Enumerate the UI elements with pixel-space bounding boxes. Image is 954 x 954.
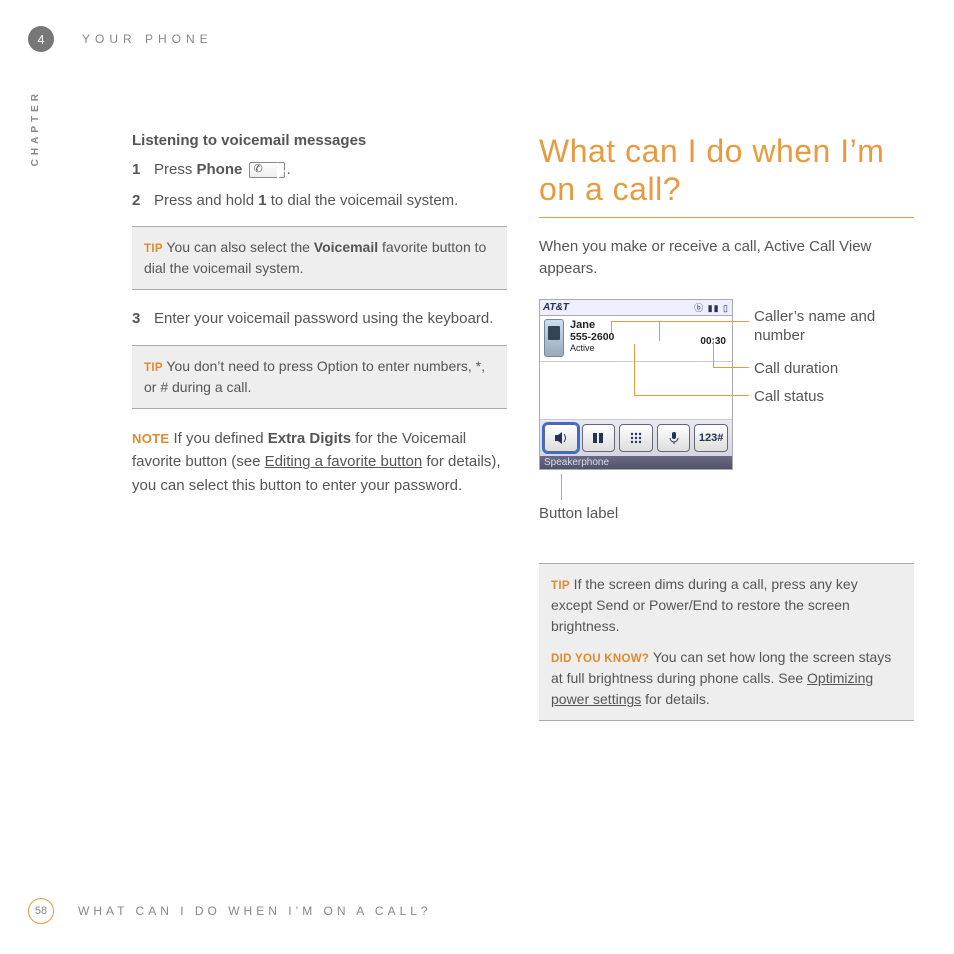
step-number: 2 xyxy=(132,190,154,213)
extra-digits-button[interactable]: 123# xyxy=(694,424,728,452)
dialpad-button[interactable] xyxy=(619,424,653,452)
step-number: 1 xyxy=(132,159,154,182)
tip-lead: TIP xyxy=(551,580,570,592)
step-text-end: to dial the voicemail system. xyxy=(267,192,459,209)
callout-caller: Caller’s name and number xyxy=(754,307,914,346)
heading-rule xyxy=(539,217,914,218)
page-footer: 58 WHAT CAN I DO WHEN I’M ON A CALL? xyxy=(28,898,432,924)
callout-line xyxy=(634,344,635,395)
link-editing-favorite[interactable]: Editing a favorite button xyxy=(265,453,423,470)
mute-button[interactable] xyxy=(657,424,691,452)
note-text: If you defined xyxy=(169,430,267,447)
microphone-icon xyxy=(668,431,680,445)
step-bold: 1 xyxy=(258,192,266,209)
device-blank-area xyxy=(540,362,732,420)
callout-line xyxy=(611,321,612,333)
dyk-text-end: for details. xyxy=(641,691,709,707)
tip-text: If the screen dims during a call, press … xyxy=(551,576,858,634)
tip-lead: TIP xyxy=(144,362,163,374)
tip-box-2: TIP You don’t need to press Option to en… xyxy=(132,345,507,409)
tip-text: You can also select the xyxy=(163,239,314,255)
did-you-know-lead: DID YOU KNOW? xyxy=(551,653,649,665)
phone-key-icon xyxy=(249,162,285,178)
tip-text: You don’t need to press Option to enter … xyxy=(144,358,485,395)
callout-line xyxy=(611,321,659,322)
step-1: 1 Press Phone . xyxy=(132,159,507,182)
intro-paragraph: When you make or receive a call, Active … xyxy=(539,236,914,281)
note-paragraph: NOTE If you defined Extra Digits for the… xyxy=(132,427,507,497)
device-figure: AT&T ⓑ ▮▮ ▯ Jane 555-2600 Active 00:30 xyxy=(539,299,914,499)
device-button-row: 123# xyxy=(540,420,732,456)
step-text: Enter your voicemail password using the … xyxy=(154,308,507,331)
tip-box-1: TIP You can also select the Voicemail fa… xyxy=(132,226,507,290)
callout-line xyxy=(713,341,714,367)
step-3: 3 Enter your voicemail password using th… xyxy=(132,308,507,331)
chapter-number-badge: 4 xyxy=(28,26,54,52)
step-2: 2 Press and hold 1 to dial the voicemail… xyxy=(132,190,507,213)
carrier-label: AT&T xyxy=(543,302,569,313)
callout-line xyxy=(561,474,562,500)
left-column: Listening to voicemail messages 1 Press … xyxy=(132,132,507,739)
pause-icon xyxy=(592,432,604,444)
footer-title: WHAT CAN I DO WHEN I’M ON A CALL? xyxy=(78,904,432,918)
tip-bold: Voicemail xyxy=(314,239,378,255)
speakerphone-button[interactable] xyxy=(544,424,578,452)
note-lead: NOTE xyxy=(132,431,169,446)
header-title: YOUR PHONE xyxy=(82,32,213,46)
section-heading: What can I do when I’m on a call? xyxy=(539,132,914,209)
speaker-icon xyxy=(554,431,568,445)
chapter-side-label: CHAPTER xyxy=(30,90,41,166)
tip-lead: TIP xyxy=(144,243,163,255)
right-column: What can I do when I’m on a call? When y… xyxy=(539,132,914,739)
callout-line xyxy=(634,395,749,396)
device-button-label-bar: Speakerphone xyxy=(540,456,732,469)
callout-status: Call status xyxy=(754,387,824,407)
hold-button[interactable] xyxy=(582,424,616,452)
step-bold: Phone xyxy=(197,161,243,178)
step-text: Press and hold xyxy=(154,192,258,209)
status-bar-icons: ⓑ ▮▮ ▯ xyxy=(694,301,729,314)
step-number: 3 xyxy=(132,308,154,331)
step-text: Press xyxy=(154,161,197,178)
note-bold: Extra Digits xyxy=(268,430,351,447)
dialpad-icon xyxy=(630,432,642,444)
section-subhead: Listening to voicemail messages xyxy=(132,132,507,149)
device-mockup: AT&T ⓑ ▮▮ ▯ Jane 555-2600 Active 00:30 xyxy=(539,299,733,470)
step-text-end: . xyxy=(287,161,291,178)
callout-line xyxy=(659,321,749,322)
page-number-badge: 58 xyxy=(28,898,54,924)
callout-duration: Call duration xyxy=(754,359,838,379)
tip-box-right: TIP If the screen dims during a call, pr… xyxy=(539,563,914,722)
callout-line xyxy=(659,321,660,341)
caller-photo-icon xyxy=(544,319,564,357)
callout-line xyxy=(713,367,749,368)
page-header: 4 YOUR PHONE xyxy=(28,26,213,52)
callout-button-label: Button label xyxy=(539,504,618,524)
